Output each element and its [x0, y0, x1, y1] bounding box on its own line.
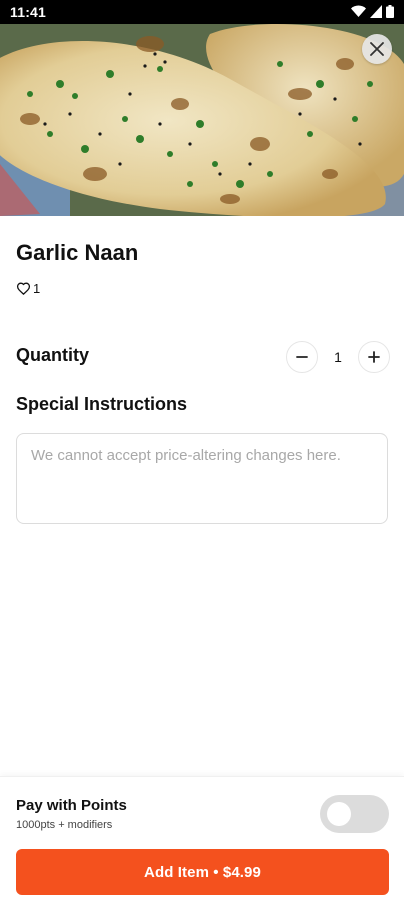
- close-button[interactable]: [362, 34, 392, 64]
- toggle-knob: [327, 802, 351, 826]
- special-instructions-box: [16, 433, 388, 524]
- minus-icon: [296, 356, 308, 358]
- quantity-stepper: 1: [286, 341, 390, 373]
- status-time: 11:41: [10, 4, 47, 20]
- pay-with-points-label: Pay with Points: [16, 797, 127, 814]
- likes[interactable]: 1: [16, 281, 40, 296]
- special-instructions-label: Special Instructions: [16, 394, 188, 414]
- wifi-icon: [351, 5, 366, 17]
- item-photo: [0, 24, 404, 216]
- item-title: Garlic Naan: [16, 240, 139, 265]
- signal-icon: [370, 5, 382, 18]
- naan-illustration: [0, 24, 404, 216]
- status-bar: 11:41: [0, 0, 404, 24]
- quantity-value: 1: [334, 349, 342, 365]
- likes-count: 1: [33, 281, 41, 296]
- add-item-button[interactable]: Add Item • $4.99: [16, 849, 389, 895]
- pay-with-points-subtitle: 1000pts + modifiers: [16, 819, 113, 831]
- bottom-panel: Pay with Points 1000pts + modifiers Add …: [0, 776, 404, 901]
- increment-button[interactable]: [358, 341, 390, 373]
- quantity-label: Quantity: [16, 345, 90, 365]
- close-icon: [370, 42, 384, 56]
- battery-icon: [386, 5, 394, 18]
- plus-icon: [368, 351, 380, 363]
- pay-with-points-toggle[interactable]: [320, 795, 389, 833]
- decrement-button[interactable]: [286, 341, 318, 373]
- special-instructions-input[interactable]: [17, 434, 387, 523]
- status-icons: [351, 5, 394, 18]
- heart-icon: [16, 282, 31, 295]
